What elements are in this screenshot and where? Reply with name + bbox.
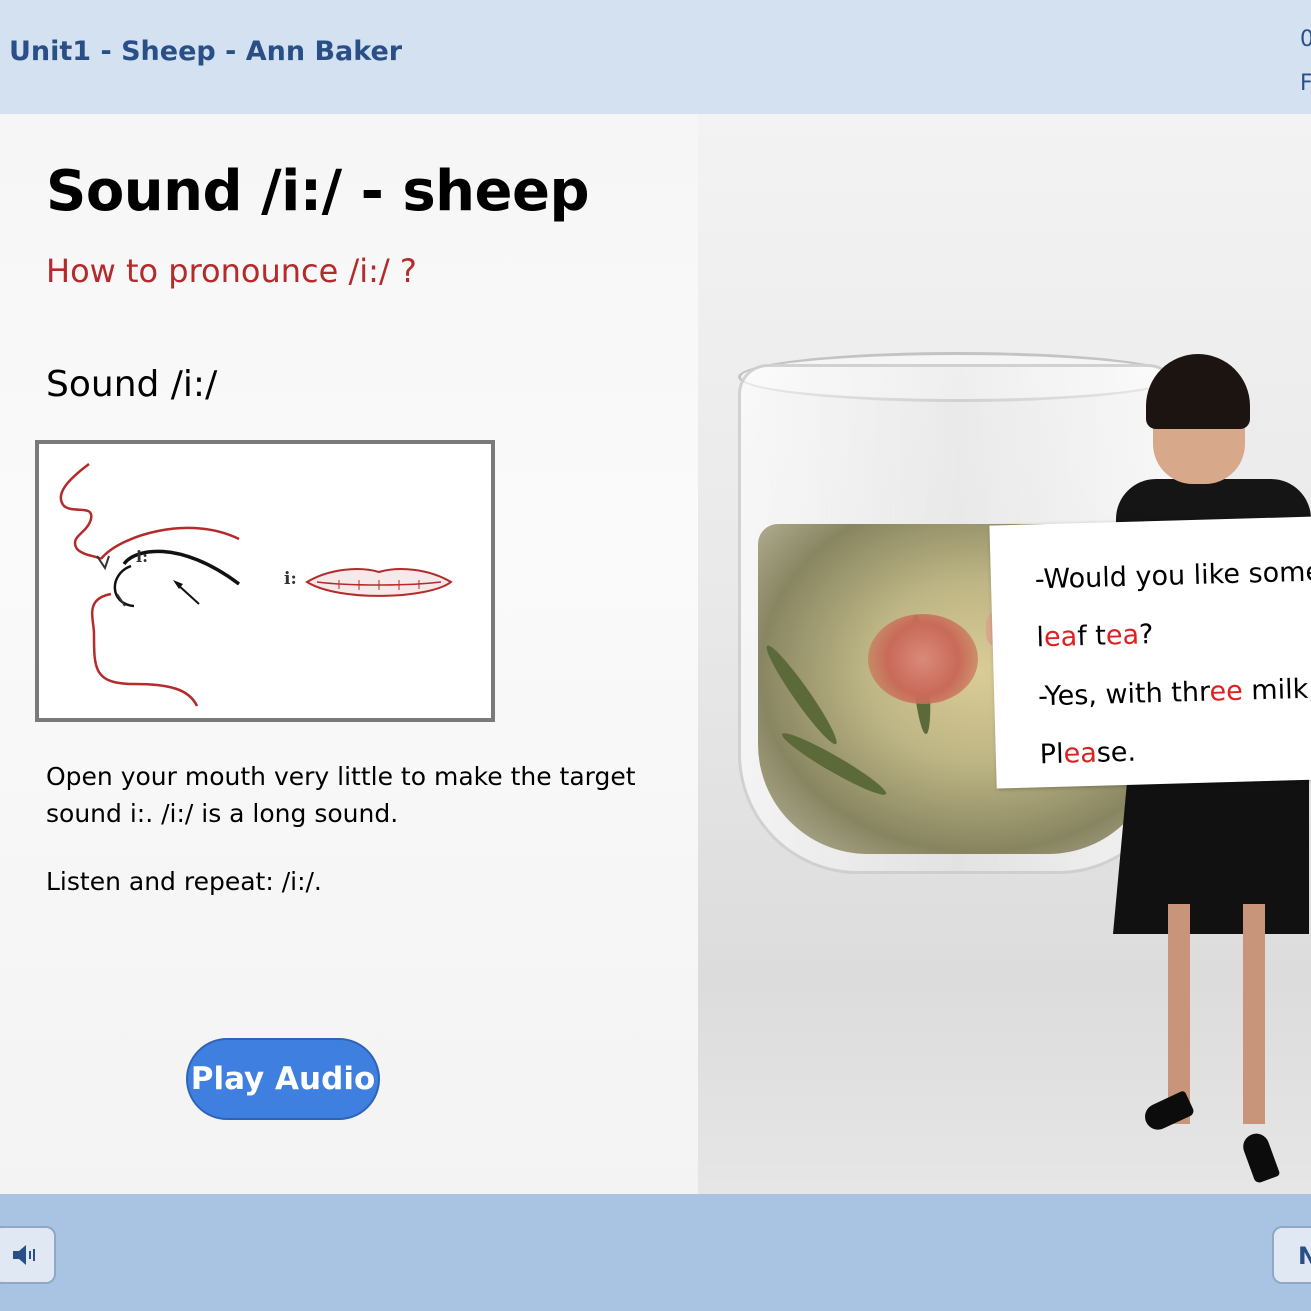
sign-text: f t bbox=[1076, 620, 1107, 653]
sign-line-3: -Yes, with three milk, bbox=[1038, 674, 1311, 713]
sign-line-4: Please. bbox=[1039, 737, 1136, 771]
woman-shoe bbox=[1140, 1090, 1196, 1134]
pronunciation-description: Open your mouth very little to make the … bbox=[46, 762, 636, 828]
woman-skirt bbox=[1113, 764, 1309, 934]
sign-text: milk, bbox=[1242, 673, 1311, 707]
listen-instruction: Listen and repeat: /i:/. bbox=[46, 867, 322, 896]
header-corner-line-2: F bbox=[1300, 71, 1311, 96]
sign-highlight: ea bbox=[1105, 619, 1140, 652]
footer-bar: N bbox=[0, 1194, 1311, 1311]
woman-shoe bbox=[1239, 1130, 1281, 1184]
speaker-icon bbox=[13, 1245, 35, 1265]
dialogue-sign: -Would you like some leaf tea? -Yes, wit… bbox=[989, 516, 1311, 789]
sign-highlight: ea bbox=[1063, 737, 1098, 770]
course-title: Unit1 - Sheep - Ann Baker bbox=[9, 36, 403, 67]
sign-line-2: leaf tea? bbox=[1036, 619, 1154, 653]
play-audio-button[interactable]: Play Audio bbox=[186, 1038, 380, 1120]
header-corner-line-1: 0 bbox=[1300, 27, 1311, 52]
diagram-lips-label: i: bbox=[284, 569, 297, 589]
slide-content: Sound /i:/ - sheep How to pronounce /i:/… bbox=[0, 114, 1311, 1194]
mouth-diagram: i: i: bbox=[35, 440, 495, 722]
slide-subtitle: How to pronounce /i:/ ? bbox=[46, 252, 417, 290]
sign-text: se. bbox=[1096, 736, 1137, 769]
sign-text: Pl bbox=[1039, 738, 1065, 771]
sound-label: Sound /i:/ bbox=[46, 364, 218, 405]
diagram-tongue-label: i: bbox=[136, 547, 148, 566]
woman-leg bbox=[1168, 904, 1190, 1124]
sign-line-1: -Would you like some bbox=[1034, 556, 1311, 596]
slide-title: Sound /i:/ - sheep bbox=[46, 159, 590, 224]
woman-hair bbox=[1146, 354, 1250, 429]
header-bar: Unit1 - Sheep - Ann Baker 0 F bbox=[0, 0, 1311, 114]
tea-illustration: -Would you like some leaf tea? -Yes, wit… bbox=[698, 114, 1311, 1194]
sign-highlight: ee bbox=[1209, 675, 1244, 708]
header-corner-info: 0 F bbox=[1300, 18, 1311, 106]
tea-flower bbox=[868, 614, 978, 704]
audio-toggle-button[interactable] bbox=[0, 1226, 56, 1284]
woman-leg bbox=[1243, 904, 1265, 1124]
sign-text: ? bbox=[1138, 619, 1154, 651]
next-button[interactable]: N bbox=[1272, 1226, 1311, 1284]
mouth-profile-illustration: i: i: bbox=[59, 463, 453, 707]
sign-text: -Yes, with thr bbox=[1037, 676, 1210, 713]
sign-highlight: ea bbox=[1043, 621, 1078, 654]
slide-left-pane: Sound /i:/ - sheep How to pronounce /i:/… bbox=[0, 114, 698, 1194]
